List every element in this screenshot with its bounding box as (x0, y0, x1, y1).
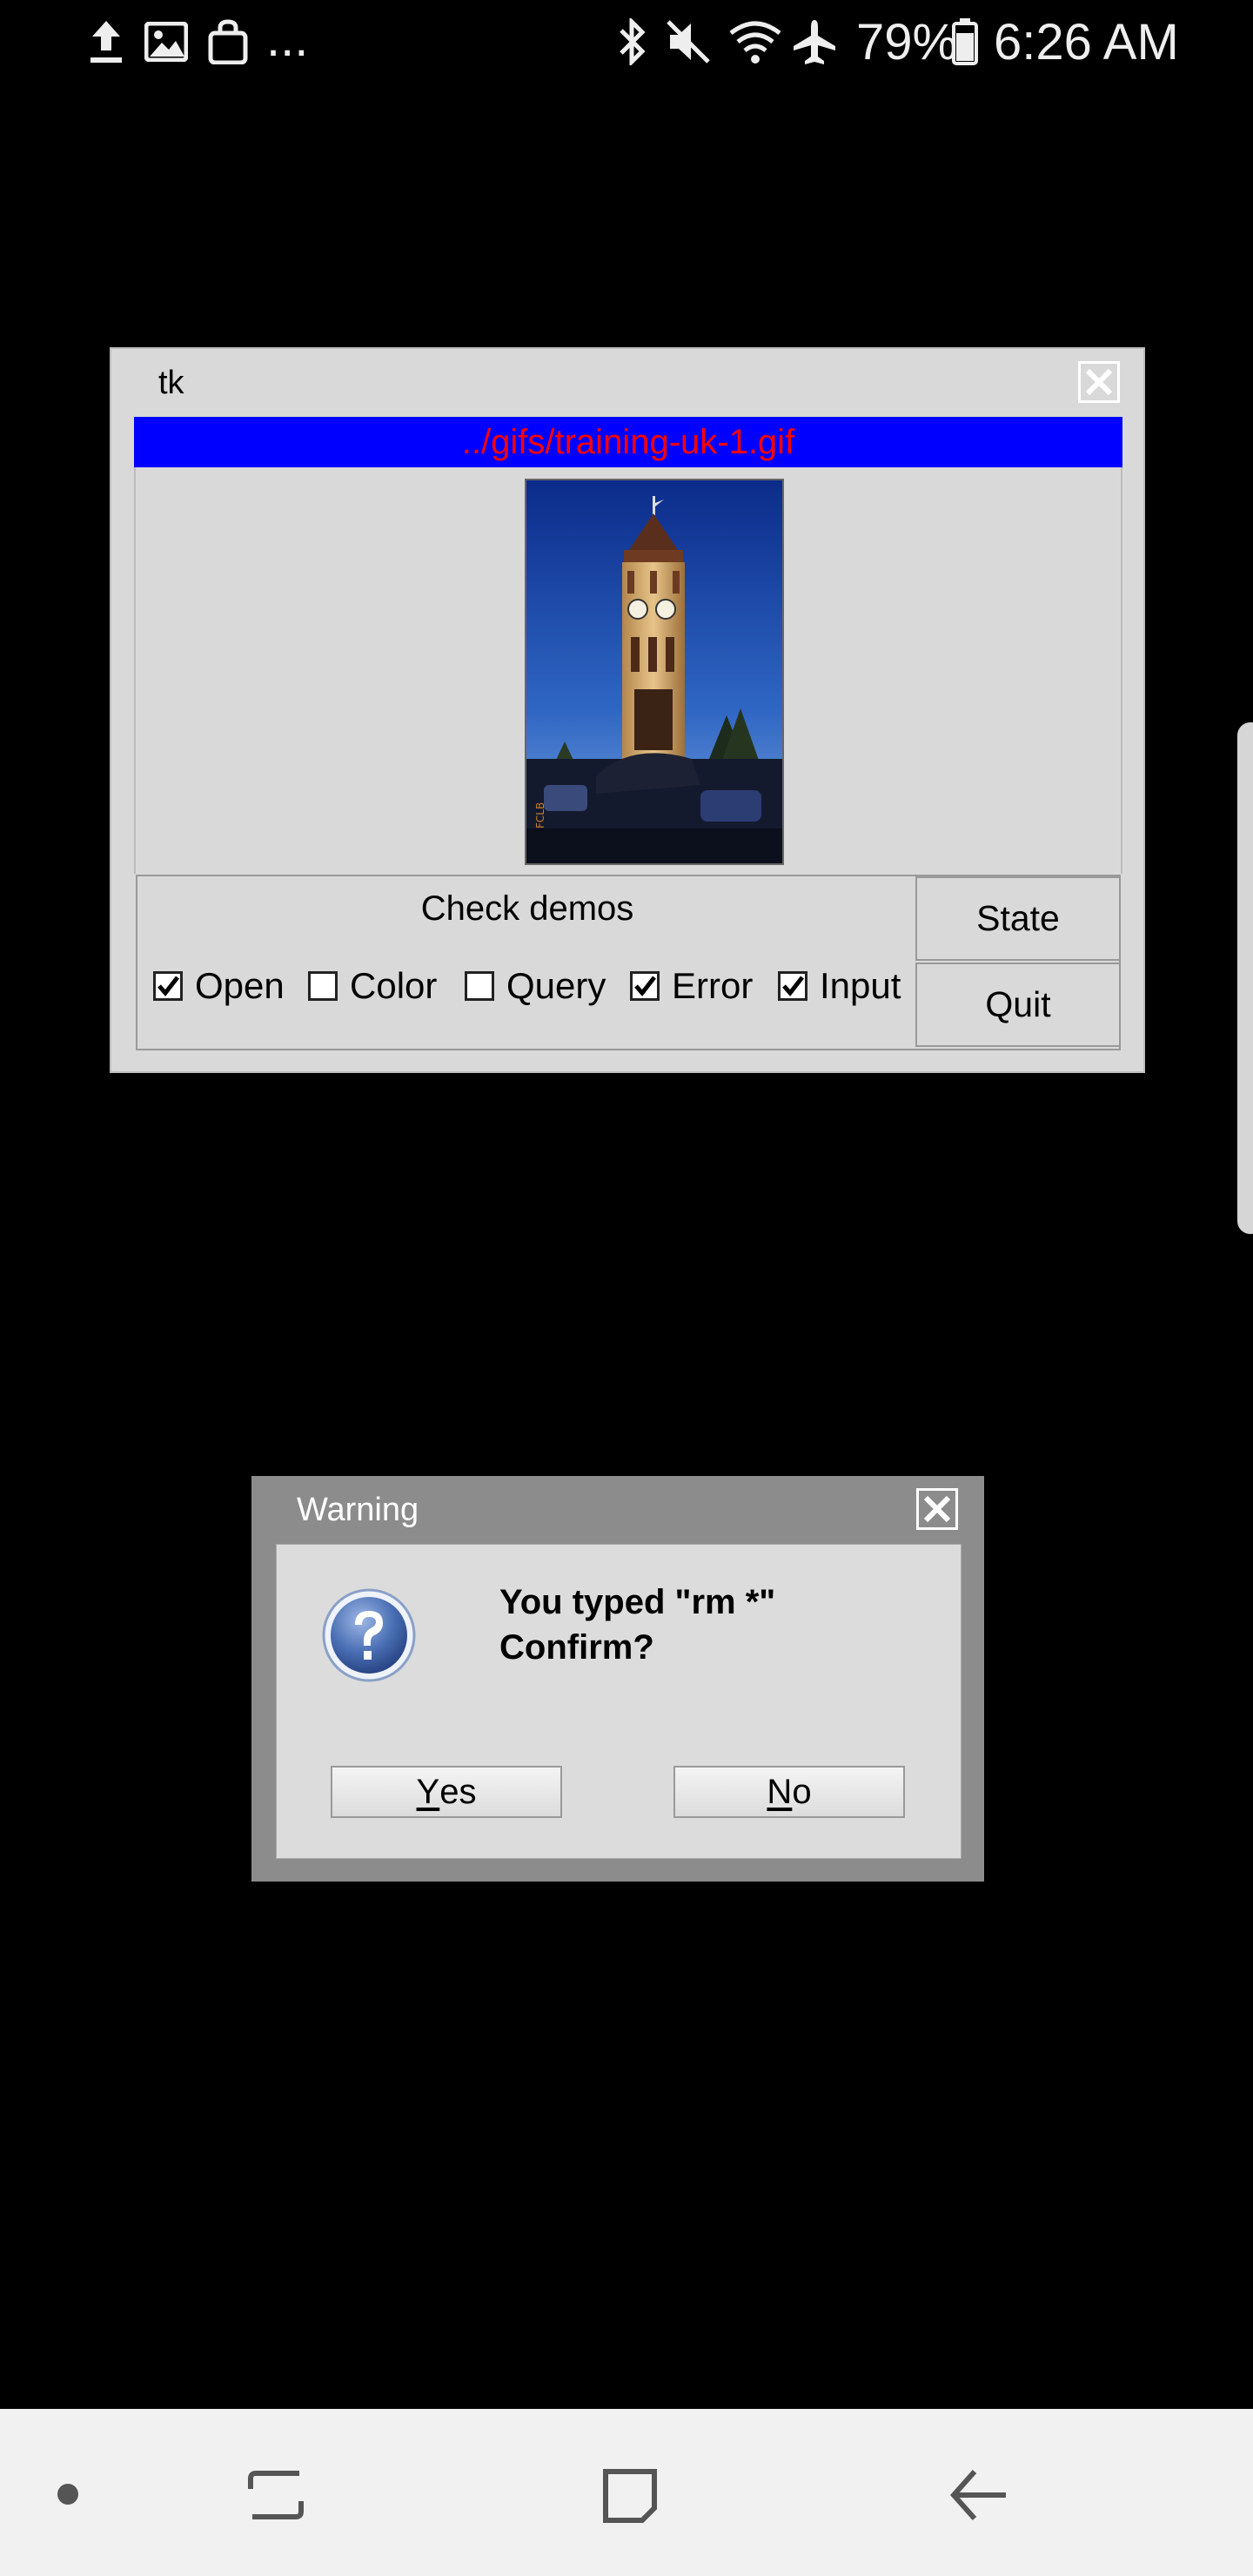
state-button[interactable]: State (915, 876, 1121, 961)
dialog-close-button[interactable] (916, 1488, 958, 1530)
battery-icon (952, 17, 978, 66)
checkbox-query-box[interactable] (465, 971, 494, 1001)
shopping-bag-icon (207, 17, 249, 66)
quit-button[interactable]: Quit (915, 963, 1121, 1047)
check-demos-label: Check demos (420, 889, 634, 928)
close-icon (923, 1495, 951, 1523)
checkbox-open[interactable]: Open (153, 965, 285, 1007)
image-panel: FCLB (134, 467, 1122, 874)
dialog-title: Warning (297, 1492, 419, 1528)
edge-panel-handle[interactable] (1237, 722, 1253, 1234)
status-more-indicator: ... (266, 10, 309, 67)
airplane-icon (792, 17, 837, 66)
image-icon (144, 17, 188, 66)
yes-button[interactable]: Yes (331, 1766, 562, 1818)
filename-label: ../gifs/training-uk-1.gif (134, 417, 1122, 467)
checkbox-color-label: Color (350, 965, 438, 1006)
checkbox-open-box[interactable] (153, 971, 183, 1001)
checkbox-color-box[interactable] (308, 971, 338, 1001)
dialog-message-line2: Confirm? (499, 1628, 654, 1667)
checkbox-input-label: Input (820, 965, 901, 1006)
checkbox-error-label: Error (672, 965, 754, 1006)
status-time: 6:26 AM (994, 14, 1179, 70)
wifi-icon (727, 17, 783, 66)
close-icon (1085, 368, 1113, 396)
check-mark-icon (634, 976, 656, 996)
dialog-message: You typed "rm *" Confirm? (499, 1580, 775, 1670)
dialog-body: You typed "rm *" Confirm? Yes No (276, 1544, 962, 1859)
checkbox-input-box[interactable] (778, 971, 807, 1001)
window-title: tk (158, 365, 184, 401)
tk-window: tk ../gifs/training-uk-1.gif FCLB Check … (110, 347, 1145, 1073)
yes-button-mnemonic: Y (416, 1772, 440, 1811)
checkbox-open-label: Open (195, 965, 285, 1006)
warning-dialog: Warning You typed "rm *" Confirm? Y es N… (251, 1476, 984, 1882)
dot-icon[interactable] (56, 2482, 80, 2506)
upload-icon (87, 17, 125, 66)
check-mark-icon (782, 976, 804, 996)
bluetooth-icon (616, 17, 647, 66)
question-icon (320, 1587, 418, 1684)
no-button[interactable]: No (673, 1766, 905, 1818)
checkbox-error[interactable]: Error (630, 965, 753, 1007)
checkbox-query[interactable]: Query (465, 965, 606, 1007)
recent-apps-icon[interactable] (245, 2466, 306, 2524)
clock-tower-photo: FCLB (525, 479, 784, 865)
checkbox-color[interactable]: Color (308, 965, 437, 1007)
svg-text:FCLB: FCLB (534, 802, 546, 828)
check-mark-icon (157, 976, 179, 996)
checkbox-input[interactable]: Input (778, 965, 901, 1007)
back-icon[interactable] (948, 2466, 1009, 2524)
checkbox-query-label: Query (506, 965, 606, 1006)
checkbox-error-box[interactable] (630, 971, 660, 1001)
dialog-message-line1: You typed "rm *" (499, 1583, 776, 1621)
status-bar: ... 79% 6:26 AM (0, 0, 1253, 84)
battery-percent: 79% (856, 14, 958, 70)
mute-icon (665, 17, 712, 66)
home-icon[interactable] (599, 2465, 661, 2527)
yes-button-label: es (439, 1772, 477, 1811)
navigation-bar (0, 2409, 1253, 2576)
window-close-button[interactable] (1078, 361, 1120, 403)
no-button-label: o (792, 1772, 812, 1811)
no-button-mnemonic: N (767, 1772, 793, 1811)
check-demos-panel: Check demos Open Color Query Error Input… (136, 875, 1121, 1050)
